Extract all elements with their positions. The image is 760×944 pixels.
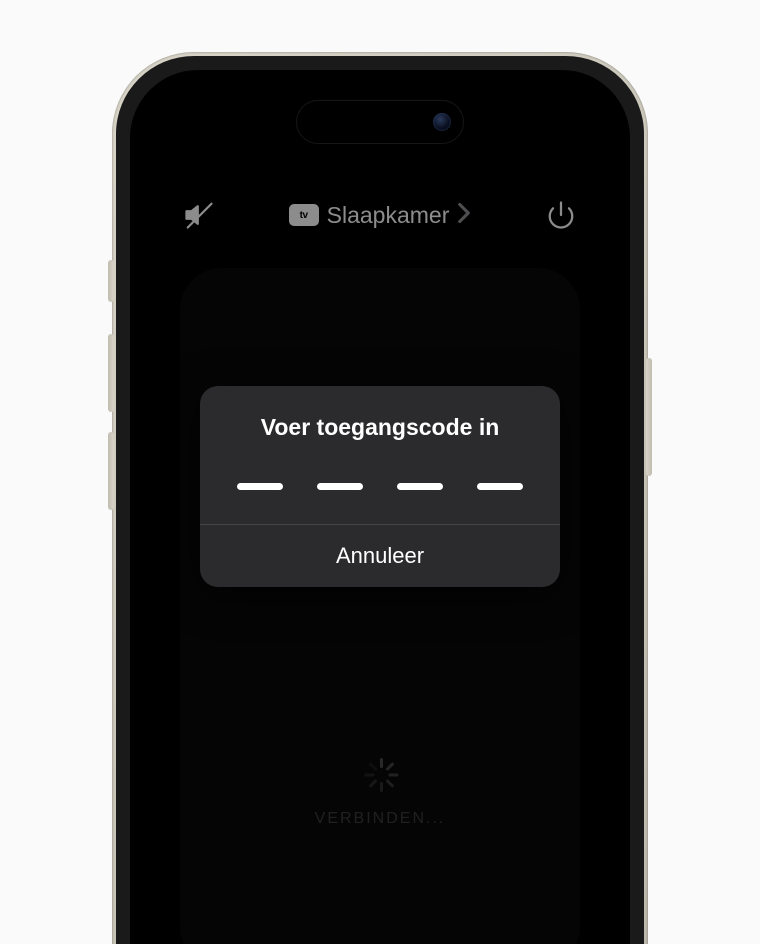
passcode-dialog: Voer toegangscode in Annuleer xyxy=(200,386,560,587)
mute-icon xyxy=(184,200,214,230)
dialog-title: Voer toegangscode in xyxy=(261,414,500,441)
mute-button[interactable] xyxy=(184,200,214,230)
screen: VERBINDEN... tv xyxy=(150,90,610,944)
phone-bezel: VERBINDEN... tv xyxy=(130,70,630,944)
passcode-input[interactable] xyxy=(237,483,523,490)
phone-hardware-frame: VERBINDEN... tv xyxy=(112,52,648,944)
remote-touch-surface[interactable]: VERBINDEN... xyxy=(180,268,580,944)
passcode-slot xyxy=(397,483,443,490)
phone-volume-up-button xyxy=(108,334,114,412)
device-name: Slaapkamer xyxy=(327,202,450,229)
cancel-button[interactable]: Annuleer xyxy=(200,525,560,587)
screenshot-canvas: VERBINDEN... tv xyxy=(0,0,760,944)
phone-side-button xyxy=(108,260,114,302)
status-row: VERBINDEN... xyxy=(180,758,580,828)
apple-tv-badge-icon: tv xyxy=(289,204,319,226)
status-text: VERBINDEN... xyxy=(315,810,446,828)
passcode-slot xyxy=(477,483,523,490)
chevron-right-icon xyxy=(457,203,471,228)
device-selector[interactable]: tv Slaapkamer xyxy=(289,202,472,229)
power-icon xyxy=(546,200,576,230)
apple-tv-badge-text: tv xyxy=(300,210,308,221)
dialog-body: Voer toegangscode in xyxy=(200,386,560,524)
front-camera xyxy=(433,113,451,131)
passcode-slot xyxy=(237,483,283,490)
top-bar: tv Slaapkamer xyxy=(150,190,610,240)
dynamic-island xyxy=(296,100,464,144)
phone-power-button xyxy=(646,358,652,476)
power-button[interactable] xyxy=(546,200,576,230)
phone-volume-down-button xyxy=(108,432,114,510)
phone-frame-inner: VERBINDEN... tv xyxy=(116,56,644,944)
loading-spinner-icon xyxy=(363,758,397,792)
passcode-slot xyxy=(317,483,363,490)
